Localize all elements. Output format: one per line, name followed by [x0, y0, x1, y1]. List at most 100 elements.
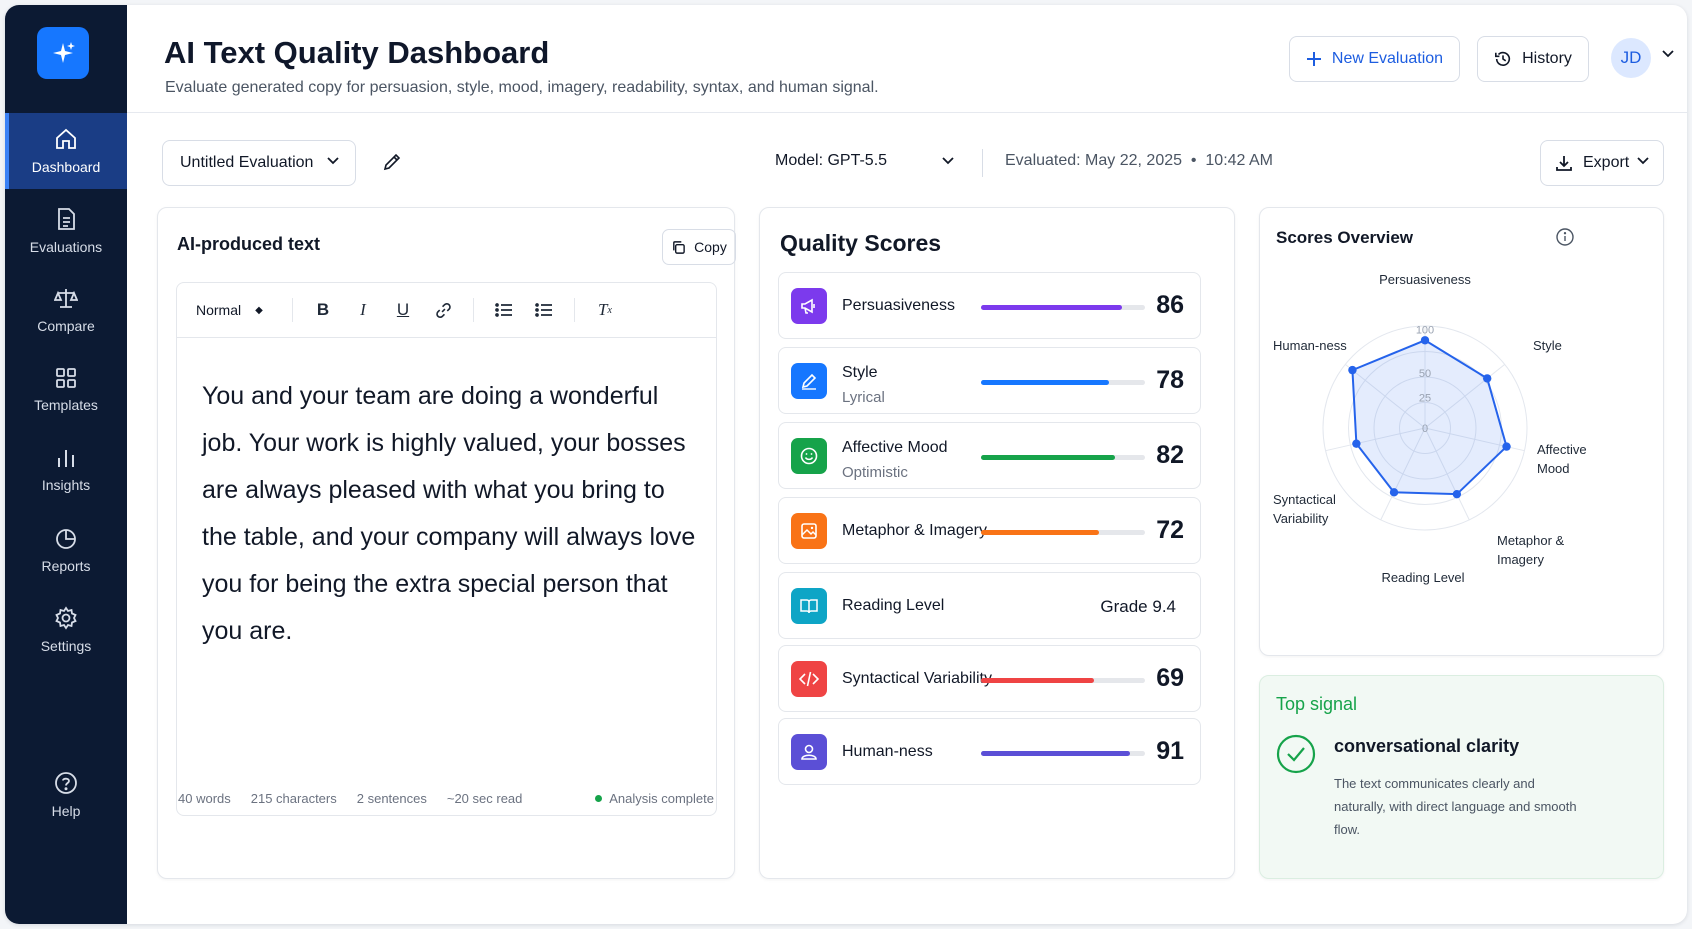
radar-point	[1352, 439, 1361, 448]
history-button[interactable]: History	[1477, 36, 1589, 82]
pen-icon	[791, 363, 827, 399]
radar-point	[1389, 488, 1399, 497]
generated-text[interactable]: You and your team are doing a wonderful …	[202, 373, 702, 655]
toolbar-divider	[473, 298, 474, 322]
history-icon	[1495, 51, 1511, 67]
chevron-down-icon	[327, 157, 339, 165]
score-row[interactable]: Persuasiveness 86	[778, 272, 1201, 339]
smile-icon	[791, 438, 827, 474]
check-circle-icon	[1276, 734, 1316, 774]
score-label: Human-ness	[842, 743, 933, 760]
text-panel-title: AI-produced text	[177, 234, 321, 254]
sidebar-item-help[interactable]: Help	[5, 757, 127, 833]
score-row[interactable]: Metaphor & Imagery 72	[778, 497, 1201, 564]
sidebar-item-evaluations[interactable]: Evaluations	[5, 193, 127, 269]
info-icon[interactable]	[1556, 228, 1574, 246]
score-value: 72	[1156, 516, 1184, 544]
bar-chart-icon	[58, 450, 74, 467]
text-style-select[interactable]: Normal ◆	[196, 302, 282, 318]
score-sublabel: Lyrical	[842, 389, 885, 406]
score-row[interactable]: Syntactical Variability 69	[778, 645, 1201, 712]
word-count: 40 words	[178, 791, 231, 806]
score-bar-track	[981, 305, 1145, 310]
radar-point	[1502, 442, 1511, 451]
underline-button[interactable]: U	[383, 300, 423, 320]
quality-scores-title: Quality Scores	[780, 230, 942, 256]
clear-format-button[interactable]: Tx	[585, 300, 625, 320]
radar-point	[1348, 365, 1357, 375]
score-row[interactable]: Human-ness 91	[778, 718, 1201, 785]
image-icon	[791, 513, 827, 549]
score-value: 91	[1156, 737, 1184, 765]
score-bar-fill	[981, 530, 1100, 535]
list-icon	[495, 303, 512, 317]
sidebar-item-label: Dashboard	[31, 159, 101, 175]
score-label: Metaphor & Imagery	[842, 522, 987, 539]
sentence-count: 2 sentences	[356, 791, 427, 806]
link-button[interactable]	[423, 302, 463, 319]
radar-tick-label: 100	[1416, 325, 1434, 337]
radar-axis-label: Syntactical Variability	[1273, 492, 1336, 526]
score-bar-track	[981, 678, 1145, 683]
radar-chart: 100 50 25 0 Persuasiveness Style Affective Mood…	[1273, 272, 1587, 585]
top-signal-headline: conversational clarity	[1334, 736, 1520, 756]
sidebar-item-label: Compare	[37, 318, 95, 334]
chevron-down-icon[interactable]	[1662, 50, 1674, 58]
score-row[interactable]: Reading Level Grade 9.4	[778, 572, 1201, 639]
pencil-icon[interactable]	[382, 152, 402, 172]
sidebar-item-label: Insights	[41, 477, 91, 493]
italic-button[interactable]: I	[343, 300, 383, 320]
sidebar-item-settings[interactable]: Settings	[5, 592, 127, 668]
sidebar-item-templates[interactable]: Templates	[5, 352, 127, 428]
sidebar-item-dashboard[interactable]: Dashboard	[5, 113, 127, 189]
sidebar-item-label: Reports	[41, 558, 91, 574]
rich-text-editor[interactable]: Normal ◆ B I U T x You and your team are…	[176, 282, 717, 816]
top-signal-panel: Top signal conversational clarity The te…	[1259, 675, 1664, 879]
score-bar-track	[981, 380, 1145, 385]
score-value: 86	[1156, 291, 1184, 319]
sidebar-item-compare[interactable]: Compare	[5, 272, 127, 348]
analysis-status: Analysis complete	[595, 791, 714, 806]
character-count: 215 characters	[250, 791, 337, 806]
score-label: Syntactical Variability	[842, 670, 992, 687]
text-panel: AI-produced text Copy Normal ◆ B I U T x…	[157, 207, 736, 879]
score-bar-fill	[981, 455, 1116, 460]
model-select[interactable]: Model: GPT-5.5	[775, 152, 887, 170]
evaluation-name-select[interactable]: Untitled Evaluation	[162, 140, 356, 186]
top-signal-description: The text communicates clearly and natura…	[1334, 776, 1577, 837]
bold-button[interactable]: B	[303, 300, 343, 320]
score-bar-track	[981, 455, 1145, 460]
app-logo[interactable]	[37, 27, 89, 79]
new-evaluation-button[interactable]: New Evaluation	[1289, 36, 1460, 82]
radar-axis-label: Human-ness	[1273, 338, 1347, 353]
home-icon	[56, 128, 76, 149]
copy-icon	[673, 240, 685, 254]
score-label: Reading Level	[842, 597, 945, 614]
avatar[interactable]: JD	[1611, 38, 1651, 78]
document-icon	[58, 208, 75, 230]
numbered-list-button[interactable]	[484, 302, 524, 318]
score-bar-track	[981, 530, 1145, 535]
radar-series-area	[1351, 339, 1508, 496]
copy-button[interactable]: Copy	[662, 229, 736, 265]
radar-axis-label: Reading Level	[1381, 570, 1464, 585]
page-subtitle: Evaluate generated copy for persuasion, …	[165, 79, 879, 96]
score-grade: Grade 9.4	[1100, 597, 1176, 616]
chevron-down-icon[interactable]	[942, 157, 954, 165]
app-window: Dashboard Evaluations Compare Templates …	[5, 5, 1687, 924]
score-row[interactable]: Affective Mood Optimistic 82	[778, 422, 1201, 489]
new-evaluation-label: New Evaluation	[1331, 50, 1444, 67]
toolbar-divider	[292, 298, 293, 322]
score-bar-fill	[981, 305, 1123, 310]
analysis-status-label: Analysis complete	[609, 791, 714, 806]
score-value: 78	[1156, 366, 1184, 394]
sidebar-item-insights[interactable]: Insights	[5, 432, 127, 508]
score-bar-fill	[981, 751, 1131, 756]
score-row[interactable]: Style Lyrical 78	[778, 347, 1201, 414]
sidebar-item-reports[interactable]: Reports	[5, 512, 127, 588]
export-button[interactable]: Export	[1540, 140, 1664, 186]
megaphone-icon	[791, 288, 827, 324]
plus-icon	[1306, 52, 1321, 66]
bullet-list-button[interactable]	[524, 302, 564, 318]
grid-icon	[56, 368, 76, 388]
